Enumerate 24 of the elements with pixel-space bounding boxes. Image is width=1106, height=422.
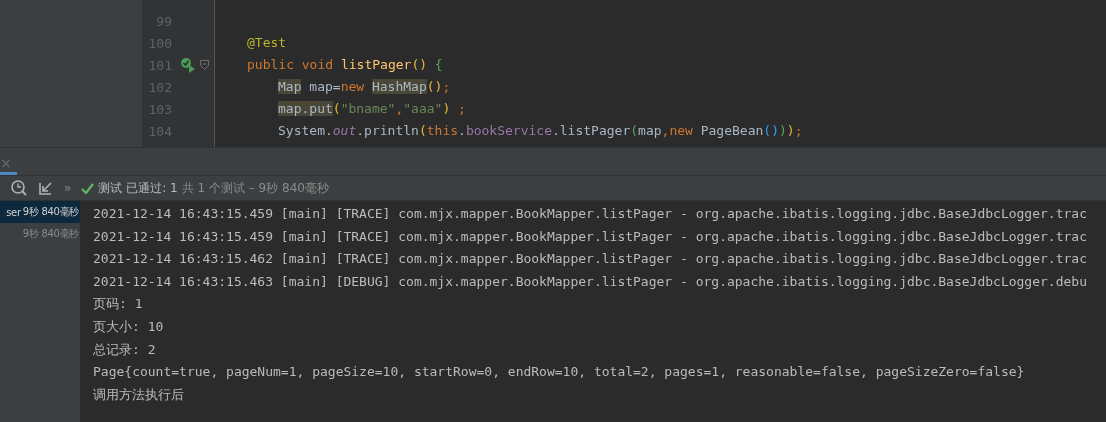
console-line: Page{count=true, pageNum=1, pageSize=10, startRow=0, endRow=10, total=2, pages=1, reasonable=false, pageSizeZero=false} (93, 363, 1026, 382)
more-button[interactable]: » (64, 181, 72, 195)
run-test-icon[interactable] (180, 57, 196, 73)
check-icon (81, 182, 95, 194)
code-line: Map map=new HashMap(); (278, 79, 451, 94)
console-line: 页大小: 10 (93, 317, 165, 336)
fold-icon[interactable] (199, 60, 209, 70)
console-line: 调用方法执行后 (93, 385, 185, 404)
console-line: 2021-12-14 16:43:15.462 [main] [TRACE] com.mjx.mapper.BookMapper.listPager - org.apache.ibatis.logging.jdbc.BaseJdbcLogger.trac (93, 250, 1088, 269)
console-line: 总记录: 2 (93, 340, 157, 359)
import-icon[interactable] (38, 180, 54, 196)
test-status: 测试 已通过: 1 (98, 179, 178, 197)
code-line: System.out.println(this.bookService.listPager(map,new PageBean())); (278, 123, 803, 138)
console-line: 2021-12-14 16:43:15.459 [main] [TRACE] com.mjx.mapper.BookMapper.listPager - org.apache.ibatis.logging.jdbc.BaseJdbcLogger.trac (93, 205, 1088, 223)
test-tree-item[interactable]: ser 9秒 840毫秒 (0, 201, 80, 223)
test-tree-item[interactable]: 9秒 840毫秒 (0, 223, 80, 245)
console-line: 页码: 1 (93, 295, 144, 314)
console-line: 2021-12-14 16:43:15.459 [main] [TRACE] com.mjx.mapper.BookMapper.listPager - org.apache.ibatis.logging.jdbc.BaseJdbcLogger.trac (93, 227, 1088, 246)
test-summary: 共 1 个测试 – 9秒 840毫秒 (181, 179, 329, 197)
history-icon[interactable] (10, 179, 28, 197)
console-line: 2021-12-14 16:43:15.463 [main] [DEBUG] com.mjx.mapper.BookMapper.listPager - org.apache.ibatis.logging.jdbc.BaseJdbcLogger.debu (93, 272, 1088, 291)
code-line: public void listPager() { (247, 57, 443, 72)
code-line: map.put("bname","aaa") ; (278, 101, 466, 116)
code-line: @Test (247, 35, 287, 50)
